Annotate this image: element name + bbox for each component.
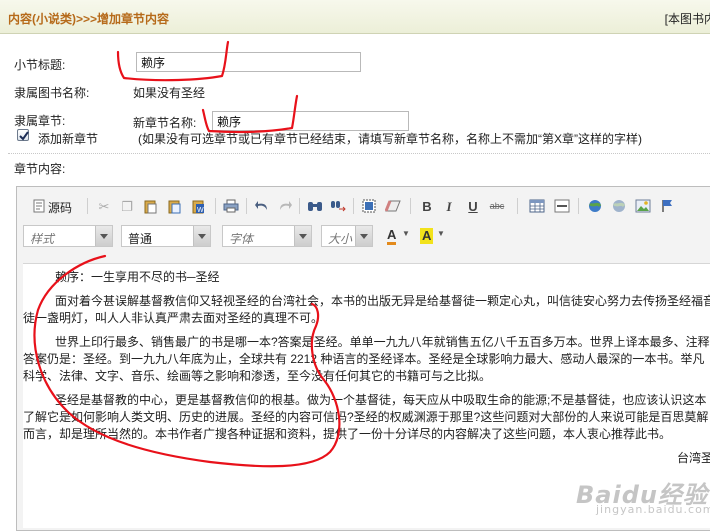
background-color-button[interactable]: A ▼ (418, 228, 448, 246)
print-icon[interactable] (221, 197, 241, 215)
format-select-value: 普通 (128, 232, 153, 246)
add-chapter-checkbox[interactable] (17, 129, 29, 141)
chapter-label: 隶属章节: (14, 114, 66, 128)
toolbar-divider (215, 198, 216, 214)
form-divider (8, 153, 710, 154)
content-paragraph: 圣经是基督教的中心，更是基督教信仰的根基。做为一个基督徒，每天应从中吸取生命的能… (55, 393, 707, 407)
unlink-icon[interactable] (609, 197, 629, 215)
redo-icon[interactable] (275, 197, 295, 215)
add-chapter-label: 添加新章节 (38, 132, 99, 146)
format-select[interactable]: 普通 (121, 225, 211, 247)
add-chapter-hint: (如果没有可选章节或已有章节已经结束，请填写新章节名称，名称上不需加“第X章”这… (138, 132, 642, 146)
source-button[interactable]: 源码 (48, 199, 72, 216)
font-select-value: 字体 (229, 232, 254, 246)
breadcrumb: 内容(小说类)>>>增加章节内容 (8, 12, 170, 26)
content-paragraph: 徒一盏明灯，叫人人非认真严肃去面对圣经的真理不可。 (23, 311, 324, 325)
section-title-input[interactable] (136, 52, 361, 72)
content-paragraph: 赖序：一生享用不尽的书─圣经 (55, 270, 220, 284)
strikethrough-button[interactable]: abc (487, 197, 507, 215)
watermark-url: jingyan.baidu.com (596, 503, 710, 516)
undo-icon[interactable] (252, 197, 272, 215)
table-icon[interactable] (527, 197, 547, 215)
chevron-down-icon[interactable] (95, 226, 112, 246)
paste-icon[interactable] (141, 197, 161, 215)
select-all-icon[interactable] (359, 197, 379, 215)
book-name-label: 隶属图书名称: (14, 86, 90, 100)
content-signature: 台湾圣 (677, 451, 710, 465)
cut-icon[interactable]: ✂ (94, 197, 114, 215)
toolbar-divider (299, 198, 300, 214)
copy-icon[interactable]: ❐ (117, 197, 137, 215)
horizontal-rule-icon[interactable] (552, 197, 572, 215)
content-paragraph: 面对着今甚误解基督教信仰又轻视圣经的台湾社会，本书的出版无异是给基督徒一颗定心丸… (55, 294, 710, 308)
font-color-button[interactable]: A ▼ (385, 228, 415, 246)
new-chapter-input[interactable] (212, 111, 409, 131)
content-paragraph: 科学、法律、文字、音乐、绘画等之影响和渗透，至今没有任何其它的书籍可与之比拟。 (23, 369, 492, 383)
chevron-down-icon[interactable] (294, 226, 311, 246)
link-icon[interactable] (585, 197, 605, 215)
toolbar-divider (353, 198, 354, 214)
checkmark-icon (19, 131, 29, 141)
source-icon[interactable] (29, 197, 49, 215)
section-title-label: 小节标题: (14, 58, 66, 72)
font-select[interactable]: 字体 (222, 225, 312, 247)
book-name-value: 如果没有圣经 (133, 86, 206, 100)
content-label: 章节内容: (14, 162, 66, 176)
bg-color-glyph: A (420, 228, 434, 244)
italic-button[interactable]: I (439, 197, 459, 215)
find-icon[interactable] (305, 197, 325, 215)
replace-icon[interactable] (328, 197, 348, 215)
underline-button[interactable]: U (463, 197, 483, 215)
size-select-value: 大小 (328, 232, 353, 246)
baidu-watermark: Baidu经验 jingyan.baidu.com (570, 475, 710, 519)
chevron-down-icon[interactable] (355, 226, 372, 246)
remove-format-icon[interactable] (383, 197, 403, 215)
book-link[interactable]: [本图书内 (665, 10, 710, 27)
bold-button[interactable]: B (417, 197, 437, 215)
content-paragraph: 世界上印行最多、销售最广的书是哪一本?答案是圣经。单单一九九八年就销售五亿八千五… (55, 335, 710, 349)
font-color-glyph: A (387, 228, 397, 245)
chevron-down-icon: ▼ (402, 229, 410, 238)
toolbar-divider (517, 198, 518, 214)
style-select[interactable]: 样式 (23, 225, 113, 247)
content-paragraph: 了解它是如何影响人类文明、历史的进展。圣经的内容可信吗?圣经的权威渊源于那里?这… (23, 410, 709, 424)
size-select[interactable]: 大小 (321, 225, 373, 247)
page-header: 内容(小说类)>>>增加章节内容 [本图书内 (0, 0, 710, 34)
editor-toolbar: 源码 ✂ ❐ W B I U abc (17, 194, 710, 218)
svg-text:W: W (197, 207, 204, 214)
paste-text-icon[interactable] (165, 197, 185, 215)
flag-icon[interactable] (657, 197, 677, 215)
paste-word-icon[interactable]: W (189, 197, 209, 215)
toolbar-divider (410, 198, 411, 214)
toolbar-divider (578, 198, 579, 214)
style-select-value: 样式 (30, 232, 55, 246)
toolbar-divider (87, 198, 88, 214)
toolbar-divider (246, 198, 247, 214)
content-paragraph: 而言，却是理所当然的。本书作者广搜各种证据和资料，提供了一份十分详尽的内容解决了… (23, 427, 672, 441)
new-chapter-label: 新章节名称: (133, 116, 197, 130)
chevron-down-icon[interactable] (193, 226, 210, 246)
chevron-down-icon: ▼ (437, 229, 445, 238)
content-paragraph: 答案仍是：圣经。到一九九八年底为止，全球共有 2212 种语言的圣经译本。圣经是… (23, 352, 705, 366)
image-icon[interactable] (633, 197, 653, 215)
